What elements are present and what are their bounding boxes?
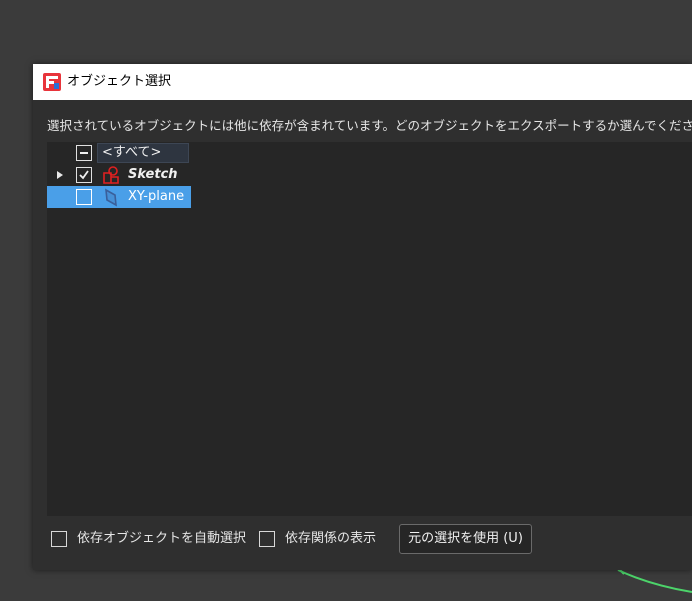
tree-row-sketch[interactable]: Sketch (47, 164, 692, 186)
freecad-logo-icon (43, 73, 61, 91)
tree-item-label: <すべて> (97, 143, 189, 163)
tree-item-label: XY-plane (128, 189, 185, 204)
dialog-title: オブジェクト選択 (67, 74, 172, 89)
tree-row-all[interactable]: <すべて> (47, 142, 692, 164)
checkmark-icon (79, 170, 89, 180)
partial-check-icon (80, 152, 88, 154)
object-selection-dialog: オブジェクト選択 選択されているオブジェクトには他に依存が含まれています。どのオ… (33, 64, 692, 570)
tree-item-label: Sketch (128, 167, 178, 182)
sketch-icon (103, 166, 119, 184)
show-dependency-label: 依存関係の表示 (285, 531, 377, 546)
check-all-checkbox[interactable] (76, 145, 92, 161)
dependency-message: 選択されているオブジェクトには他に依存が含まれています。どのオブジェクトをエクス… (47, 118, 692, 133)
auto-select-checkbox[interactable] (51, 531, 67, 547)
show-dependency-checkbox[interactable] (259, 531, 275, 547)
auto-select-label: 依存オブジェクトを自動選択 (77, 531, 247, 546)
tree-row-xy-plane[interactable]: XY-plane (47, 186, 692, 208)
use-original-selection-button[interactable]: 元の選択を使用 (U) (399, 524, 532, 554)
expand-arrow-icon[interactable] (57, 171, 63, 179)
object-tree[interactable]: <すべて> Sketch XY-plane (47, 142, 692, 516)
xy-plane-checkbox[interactable] (76, 189, 92, 205)
sketch-checkbox[interactable] (76, 167, 92, 183)
titlebar: オブジェクト選択 (33, 64, 692, 100)
plane-icon (105, 188, 117, 207)
